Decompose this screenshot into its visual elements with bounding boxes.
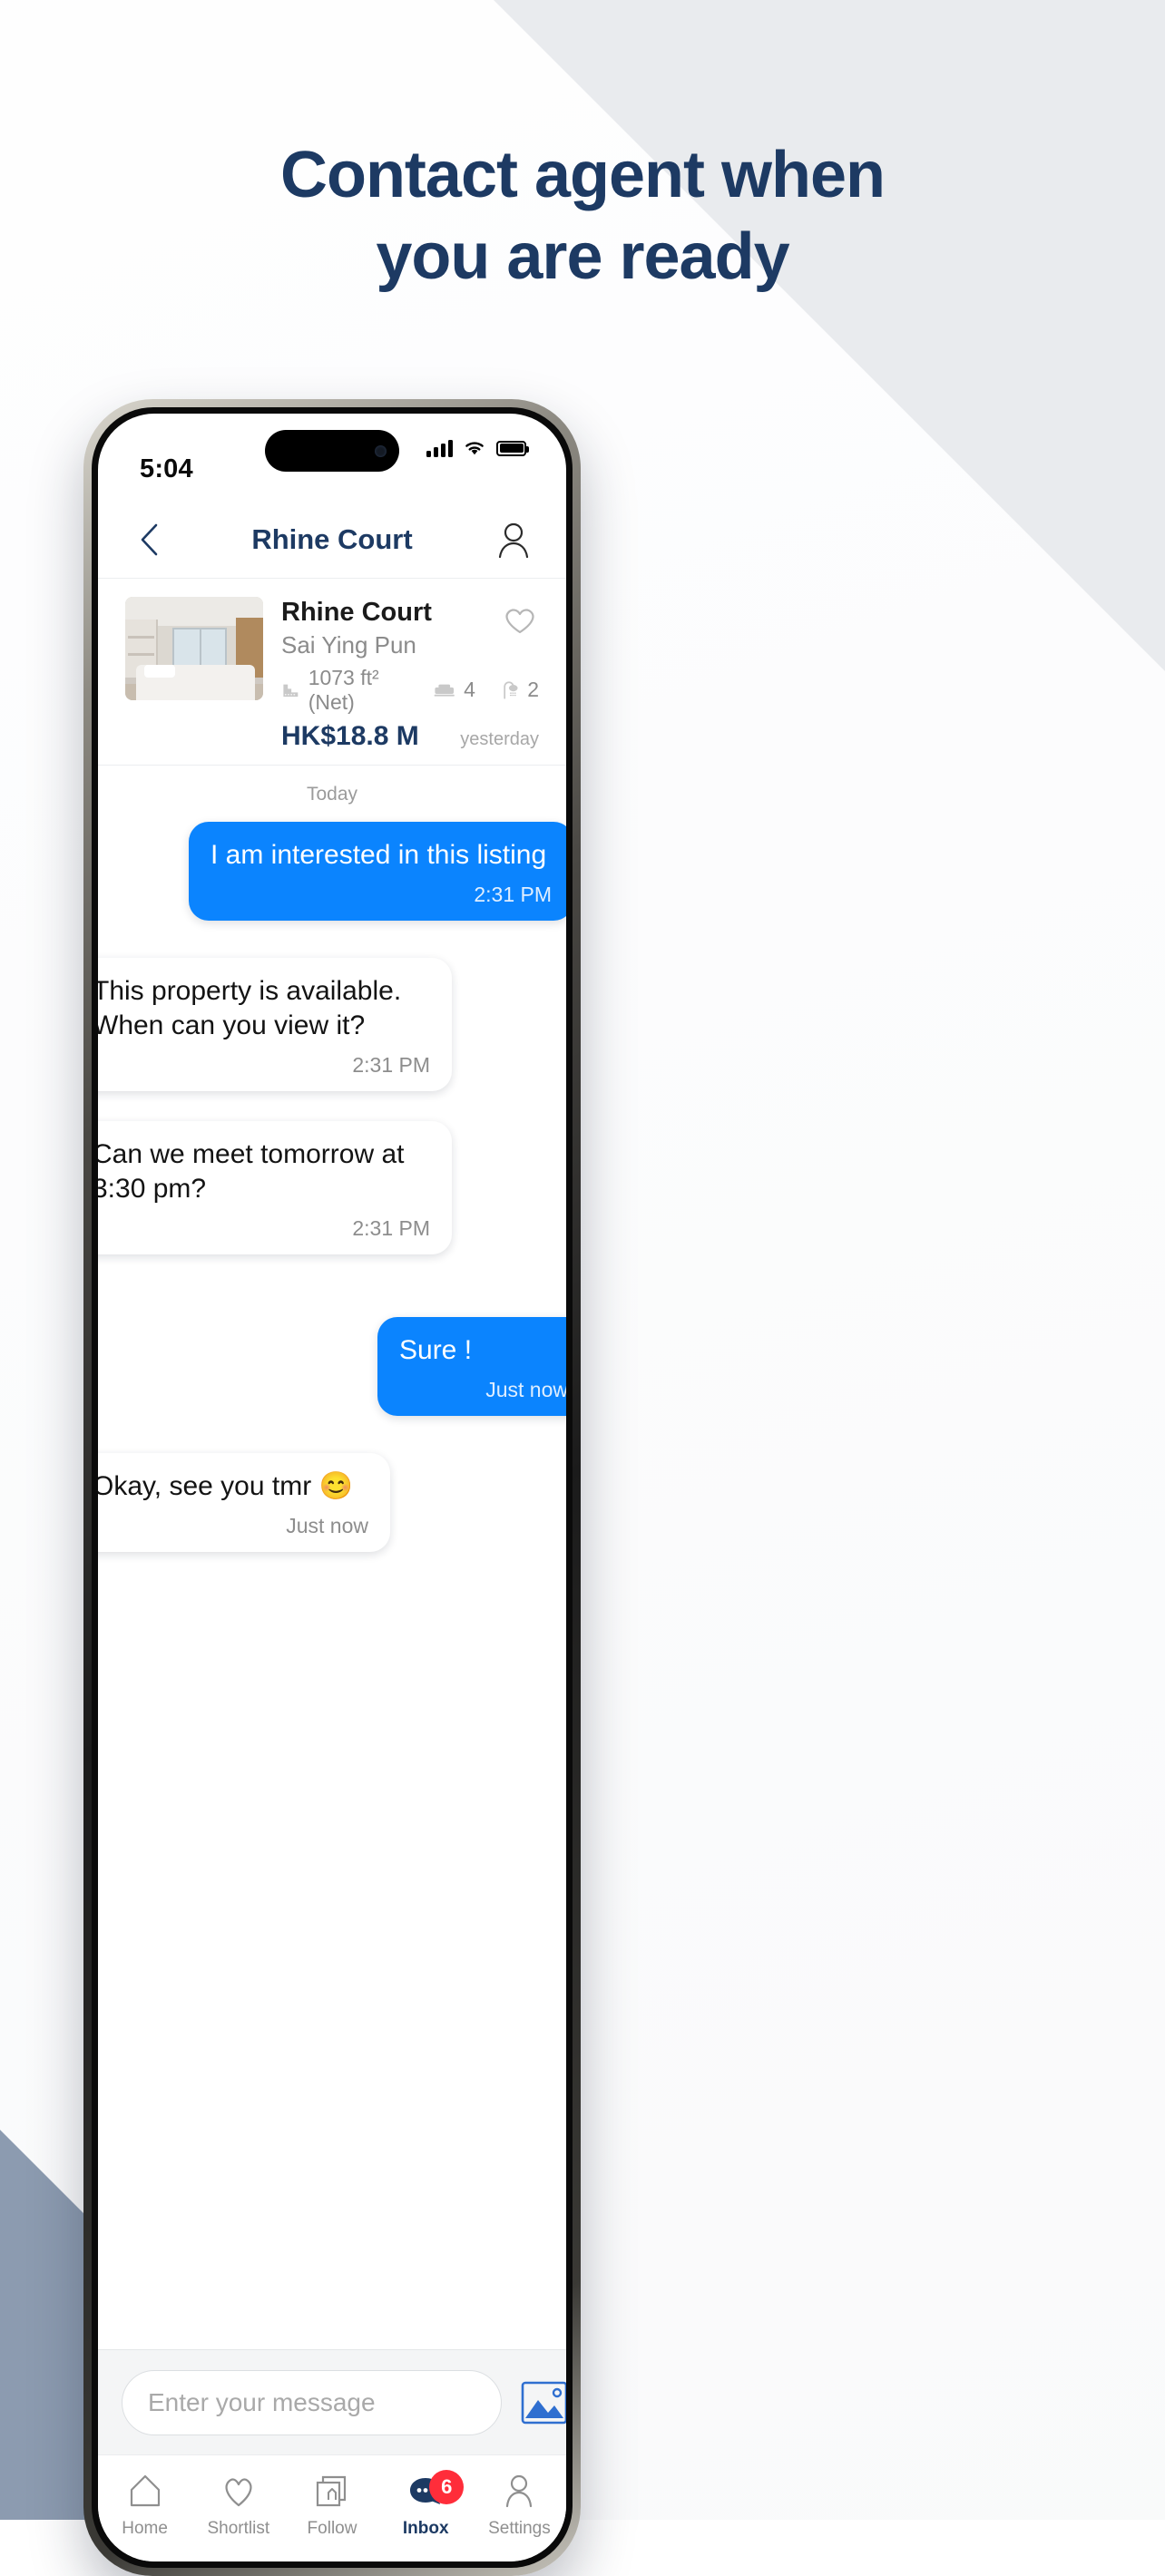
- page-headline: Contact agent when you are ready: [0, 134, 1165, 298]
- home-icon: [125, 2468, 165, 2513]
- chat-bubble-outgoing[interactable]: I am interested in this listing 2:31 PM: [189, 821, 566, 921]
- chat-bubble-time: 2:31 PM: [352, 1215, 430, 1240]
- chat-icon: 6: [406, 2468, 465, 2513]
- chevron-left-icon: [141, 523, 158, 555]
- profile-button[interactable]: [495, 521, 532, 559]
- status-bar-indicators: [426, 439, 529, 457]
- heart-outline-icon: [505, 609, 534, 634]
- background-triangle-top-right: [494, 0, 1165, 671]
- headline-line-2: you are ready: [376, 220, 789, 293]
- chat-bubble-text: Can we meet tomorrow at 3:30 pm?: [98, 1138, 405, 1204]
- chat-bubble-text: Okay, see you tmr 😊: [98, 1470, 353, 1501]
- bed-icon: [434, 684, 455, 697]
- property-beds: 4: [464, 678, 475, 702]
- property-thumbnail[interactable]: [125, 597, 263, 700]
- chat-bubble-text: Sure !: [399, 1334, 473, 1365]
- favourite-button[interactable]: [501, 600, 539, 639]
- phone-screen: 5:04 Rhine Court Rhine Court Sai Ying Pu…: [98, 414, 566, 2561]
- chat-bubble-time: Just now: [485, 1377, 566, 1401]
- tab-home[interactable]: Home: [98, 2468, 191, 2539]
- tab-label: Follow: [307, 2519, 357, 2538]
- wifi-icon: [465, 442, 484, 455]
- chat-bubble-text: This property is available. When can you…: [98, 975, 402, 1040]
- chat-bubble-time: 2:31 PM: [352, 1052, 430, 1077]
- tab-label: Shortlist: [207, 2519, 270, 2538]
- property-baths: 2: [527, 678, 539, 702]
- tab-shortlist[interactable]: Shortlist: [191, 2468, 285, 2539]
- chat-thread: Today I am interested in this listing 2:…: [98, 765, 566, 1843]
- property-card[interactable]: Rhine Court Sai Ying Pun 1073 ft² (Net) …: [98, 579, 566, 766]
- photo-image-icon: [521, 2381, 566, 2424]
- chat-day-divider: Today: [306, 783, 358, 805]
- chat-bubble-incoming[interactable]: Can we meet tomorrow at 3:30 pm? 2:31 PM: [98, 1120, 452, 1254]
- phone-bezel: 5:04 Rhine Court Rhine Court Sai Ying Pu…: [92, 407, 573, 2568]
- message-input[interactable]: [122, 2369, 502, 2435]
- person-icon: [498, 522, 529, 558]
- cellular-signal-icon: [426, 439, 453, 457]
- heart-icon: [219, 2468, 259, 2513]
- chat-bubble-time: Just now: [286, 1513, 368, 1537]
- chat-bubble-incoming[interactable]: This property is available. When can you…: [98, 957, 452, 1091]
- attach-photo-button[interactable]: [518, 2376, 566, 2429]
- back-button[interactable]: [132, 523, 165, 556]
- room-pillow: [144, 665, 175, 678]
- tab-label: Home: [122, 2519, 168, 2538]
- floor-area-icon: [283, 684, 299, 698]
- status-bar: 5:04: [98, 414, 566, 501]
- shower-icon: [504, 681, 518, 699]
- status-bar-time: 5:04: [140, 454, 193, 483]
- headline-line-1: Contact agent when: [279, 139, 886, 211]
- inbox-unread-badge: 6: [429, 2470, 465, 2504]
- chat-bubble-text: I am interested in this listing: [210, 839, 547, 870]
- chat-bubble-time: 2:31 PM: [474, 882, 552, 906]
- tab-follow[interactable]: Follow: [285, 2468, 378, 2539]
- room-window: [171, 628, 228, 669]
- property-timestamp: yesterday: [460, 728, 539, 749]
- chat-bubble-outgoing[interactable]: Sure ! Just now: [377, 1316, 566, 1416]
- battery-full-icon: [496, 440, 529, 456]
- nav-header: Rhine Court: [98, 501, 566, 579]
- tab-inbox[interactable]: 6 Inbox: [379, 2468, 473, 2539]
- listings-icon: [312, 2468, 352, 2513]
- phone-mockup: 5:04 Rhine Court Rhine Court Sai Ying Pu…: [83, 399, 581, 2576]
- property-specs: 1073 ft² (Net) 4 2: [281, 666, 539, 715]
- tab-label: Settings: [488, 2519, 551, 2538]
- bottom-tab-bar: Home Shortlist Follow 6 Inbox Settings: [98, 2454, 566, 2561]
- person-icon: [499, 2468, 539, 2513]
- tab-settings[interactable]: Settings: [473, 2468, 566, 2539]
- property-area: 1073 ft² (Net): [308, 665, 379, 714]
- dynamic-island: [265, 430, 399, 472]
- message-composer: [98, 2349, 566, 2454]
- chat-bubble-incoming[interactable]: Okay, see you tmr 😊 Just now: [98, 1452, 390, 1552]
- tab-label: Inbox: [402, 2519, 449, 2538]
- front-camera-icon: [375, 444, 387, 457]
